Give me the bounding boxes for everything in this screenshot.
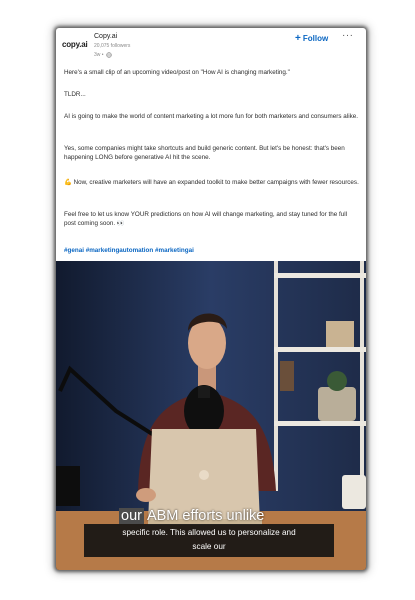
follow-label: Follow [302, 34, 329, 43]
caption-text: ABM efforts unlike [146, 508, 265, 524]
post-paragraph: TLDR... [64, 91, 86, 98]
subtitle-line: scale our [192, 542, 226, 551]
subtitle-box: specific role. This allowed us to person… [84, 524, 334, 557]
post-paragraph: Feel free to let us know YOUR prediction… [64, 211, 348, 227]
post-header: copy.ai Copy.ai 20,075 followers 3w • + … [56, 28, 366, 64]
post-paragraph: Here's a small clip of an upcoming video… [64, 69, 290, 76]
subtitle-line: specific role. This allowed us to person… [122, 528, 296, 537]
more-options-icon[interactable]: ··· [342, 30, 354, 41]
post-paragraph: Yes, some companies might take shortcuts… [64, 145, 345, 161]
hashtag-links[interactable]: #genai #marketingautomation #marketingai [64, 246, 194, 255]
globe-icon [105, 52, 112, 58]
account-name[interactable]: Copy.ai [94, 33, 117, 40]
video-player[interactable]: our ABM efforts unlike specific role. Th… [56, 261, 366, 570]
post-time: 3w • [94, 52, 104, 58]
post-meta: 3w • [94, 52, 112, 58]
linkedin-post-card: copy.ai Copy.ai 20,075 followers 3w • + … [56, 28, 366, 570]
caption-highlight: our [119, 508, 144, 524]
animated-caption: our ABM efforts unlike [119, 507, 264, 525]
eyes-emoji: 👀 [116, 220, 125, 227]
plus-icon: + [295, 32, 301, 44]
post-paragraph: AI is going to make the world of content… [64, 113, 358, 120]
flexed-biceps-emoji: 💪 [64, 179, 72, 186]
follow-button[interactable]: + Follow [295, 32, 329, 44]
post-paragraph: 💪 Now, creative marketers will have an e… [64, 179, 359, 186]
company-logo[interactable]: copy.ai [62, 40, 88, 49]
follower-count: 20,075 followers [94, 43, 131, 49]
